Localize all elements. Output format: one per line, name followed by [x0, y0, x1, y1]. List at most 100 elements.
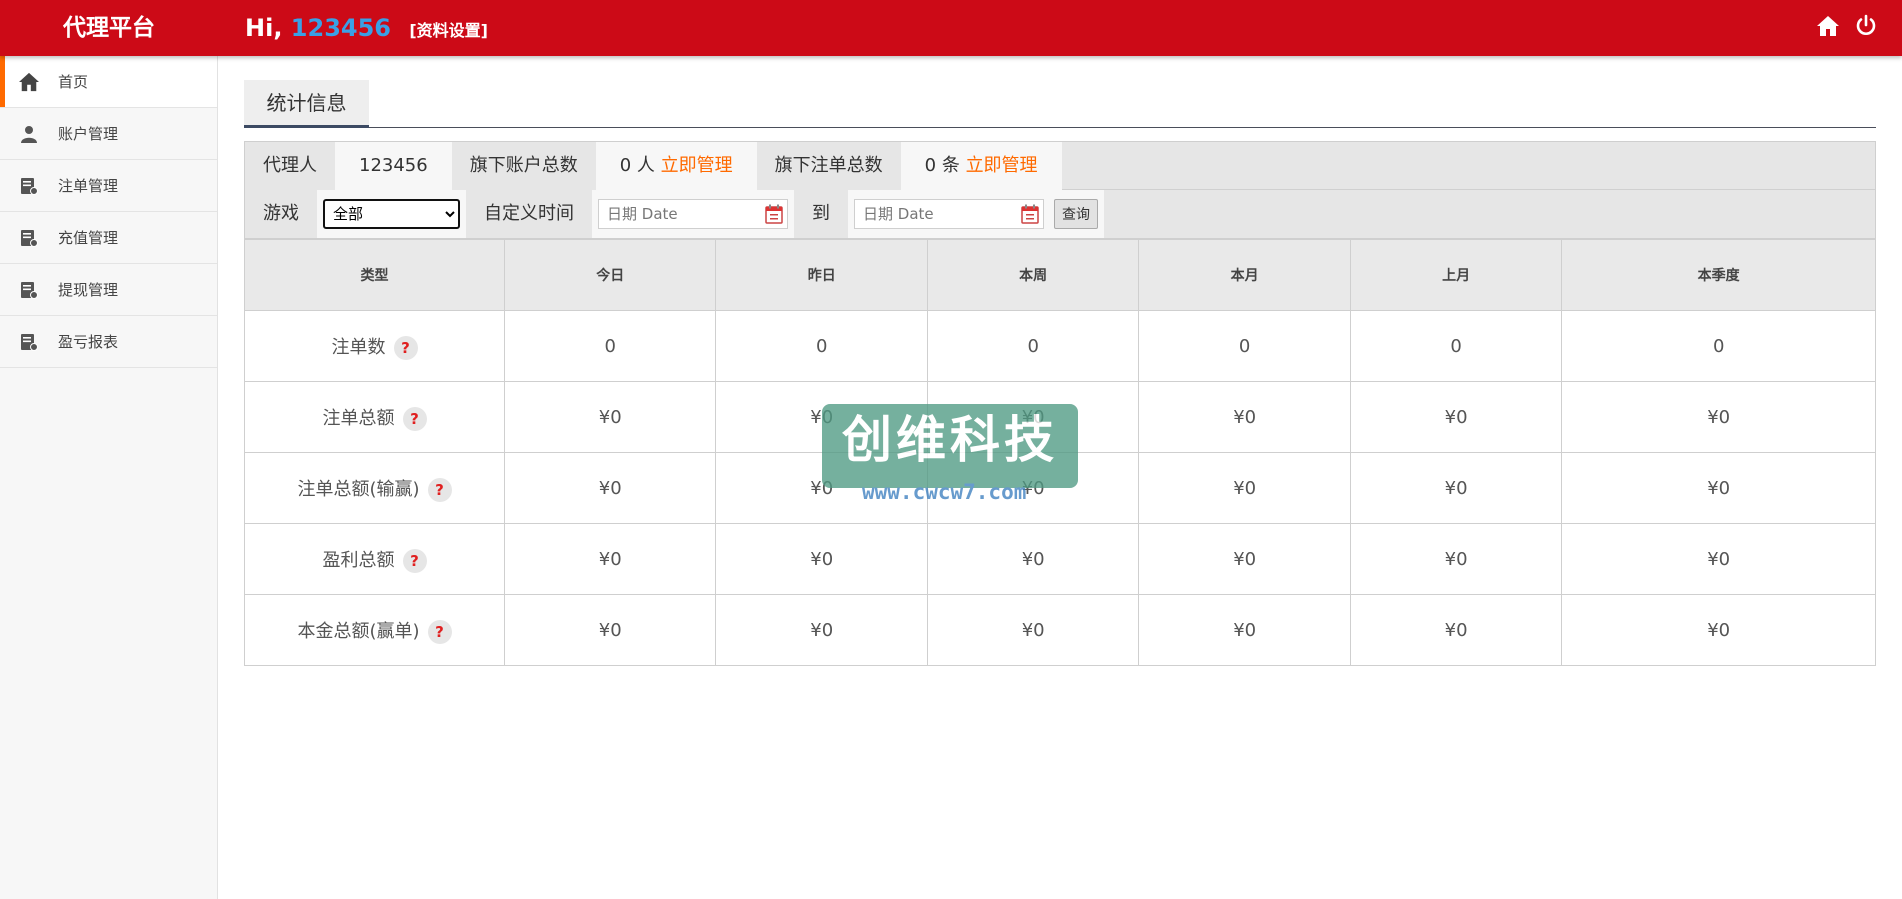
- table-cell: ¥0: [1138, 594, 1351, 666]
- summary-row: 代理人 123456 旗下账户总数 0 人 立即管理 旗下注单总数 0 条 立即…: [245, 141, 1875, 190]
- sidebar-item-orders[interactable]: 注单管理: [0, 160, 217, 212]
- table-cell: ¥0: [503, 452, 717, 524]
- table-cell: ¥0: [926, 381, 1140, 453]
- table-cell: ¥0: [1349, 452, 1563, 524]
- table-row: 注单总额(输赢)? ¥0 ¥0 ¥0 ¥0 ¥0 ¥0: [244, 452, 1876, 524]
- row-label-cell: 本金总额(赢单)?: [244, 594, 505, 666]
- help-icon[interactable]: ?: [427, 477, 452, 502]
- table-cell: ¥0: [926, 452, 1140, 524]
- column-header: 类型: [244, 239, 505, 311]
- column-header: 本季度: [1561, 239, 1876, 311]
- table-cell: ¥0: [1349, 381, 1563, 453]
- table-cell: ¥0: [715, 381, 928, 453]
- summary-panel: 代理人 123456 旗下账户总数 0 人 立即管理 旗下注单总数 0 条 立即…: [244, 141, 1876, 239]
- date-to-input[interactable]: 日期 Date: [854, 199, 1044, 229]
- brand-title: 代理平台: [63, 15, 155, 41]
- orders-total-label: 旗下注单总数: [756, 141, 901, 190]
- orders-total: 0 条 立即管理: [900, 141, 1062, 190]
- sidebar: 首页 账户管理 注单管理 充值管理 提现管理 盈亏报表: [0, 56, 218, 899]
- query-button[interactable]: 查询: [1054, 199, 1098, 229]
- row-label-cell: 注单数?: [244, 310, 505, 382]
- table-cell: 0: [1349, 310, 1563, 382]
- column-header: 上月: [1349, 239, 1563, 311]
- game-select-wrap: 全部: [317, 190, 466, 238]
- table-row: 盈利总额? ¥0 ¥0 ¥0 ¥0 ¥0 ¥0: [244, 523, 1876, 595]
- row-label: 盈利总额: [322, 549, 395, 571]
- column-header: 本周: [926, 239, 1140, 311]
- table-cell: ¥0: [1561, 381, 1876, 453]
- statistics-table: 类型 今日 昨日 本周 本月 上月 本季度 注单数? 0 0 0 0 0 0 注…: [244, 239, 1876, 666]
- tab-statistics[interactable]: 统计信息: [244, 80, 369, 128]
- table-cell: ¥0: [1561, 523, 1876, 595]
- table-header-row: 类型 今日 昨日 本周 本月 上月 本季度: [244, 239, 1876, 311]
- tab-bar: 统计信息: [244, 80, 1876, 128]
- row-label: 注单总额: [322, 407, 395, 429]
- sidebar-item-withdraw[interactable]: 提现管理: [0, 264, 217, 316]
- orders-total-value: 0 条: [924, 154, 960, 176]
- column-header: 今日: [503, 239, 717, 311]
- table-cell: 0: [503, 310, 717, 382]
- calendar-icon[interactable]: [1021, 204, 1039, 233]
- row-label-cell: 注单总额?: [244, 381, 505, 453]
- manage-accounts-link[interactable]: 立即管理: [661, 155, 733, 176]
- to-label: 到: [794, 190, 848, 238]
- table-cell: 0: [926, 310, 1140, 382]
- agent-label: 代理人: [245, 141, 335, 190]
- custom-time-label: 自定义时间: [466, 190, 592, 238]
- sidebar-item-label: 账户管理: [58, 125, 119, 143]
- calendar-icon[interactable]: [765, 204, 783, 233]
- date-from-placeholder: 日期 Date: [607, 205, 678, 223]
- sidebar-item-label: 注单管理: [58, 177, 119, 195]
- manage-orders-link[interactable]: 立即管理: [966, 155, 1038, 176]
- profile-settings-link[interactable]: [资料设置]: [409, 21, 488, 40]
- power-icon[interactable]: [1854, 14, 1878, 38]
- date-from-input[interactable]: 日期 Date: [598, 199, 788, 229]
- table-cell: ¥0: [926, 523, 1140, 595]
- sidebar-item-recharge[interactable]: 充值管理: [0, 212, 217, 264]
- table-cell: ¥0: [715, 523, 928, 595]
- help-icon[interactable]: ?: [393, 335, 418, 360]
- sidebar-item-label: 首页: [58, 73, 89, 91]
- column-header: 昨日: [715, 239, 928, 311]
- table-cell: ¥0: [715, 594, 928, 666]
- accounts-total: 0 人 立即管理: [595, 141, 757, 190]
- help-icon[interactable]: ?: [402, 406, 427, 431]
- date-to-placeholder: 日期 Date: [863, 205, 934, 223]
- table-cell: ¥0: [503, 594, 717, 666]
- top-bar: 代理平台 Hi, 123456 [资料设置]: [0, 0, 1902, 56]
- table-row: 注单数? 0 0 0 0 0 0: [244, 310, 1876, 382]
- sidebar-item-accounts[interactable]: 账户管理: [0, 108, 217, 160]
- row-label-cell: 盈利总额?: [244, 523, 505, 595]
- table-cell: ¥0: [1349, 523, 1563, 595]
- table-cell: 0: [1561, 310, 1876, 382]
- row-label-cell: 注单总额(输赢)?: [244, 452, 505, 524]
- home-icon: [18, 71, 40, 93]
- table-cell: ¥0: [1138, 452, 1351, 524]
- accounts-total-value: 0 人: [619, 154, 655, 176]
- main-content: 统计信息 代理人 123456 旗下账户总数 0 人 立即管理 旗下注单总数 0…: [244, 80, 1876, 666]
- table-cell: ¥0: [503, 381, 717, 453]
- sidebar-item-profit-report[interactable]: 盈亏报表: [0, 316, 217, 368]
- table-cell: ¥0: [1561, 452, 1876, 524]
- table-cell: 0: [1138, 310, 1351, 382]
- date-from-wrap: 日期 Date: [592, 190, 794, 238]
- top-icons: [1816, 14, 1878, 38]
- filter-row: 游戏 全部 自定义时间 日期 Date 到 日期 Date 查询: [245, 190, 1875, 238]
- game-select[interactable]: 全部: [323, 199, 460, 229]
- table-cell: 0: [715, 310, 928, 382]
- sidebar-item-label: 充值管理: [58, 229, 119, 247]
- user-id: 123456: [290, 14, 391, 42]
- help-icon[interactable]: ?: [427, 619, 452, 644]
- sidebar-item-label: 提现管理: [58, 281, 119, 299]
- table-cell: ¥0: [1138, 381, 1351, 453]
- table-cell: ¥0: [926, 594, 1140, 666]
- sidebar-item-home[interactable]: 首页: [0, 56, 217, 108]
- table-cell: ¥0: [1561, 594, 1876, 666]
- list-icon: [18, 279, 40, 301]
- help-icon[interactable]: ?: [402, 548, 427, 573]
- date-to-wrap: 日期 Date 查询: [848, 190, 1104, 238]
- row-label: 注单总额(输赢): [297, 478, 420, 500]
- home-icon[interactable]: [1816, 14, 1840, 38]
- list-icon: [18, 331, 40, 353]
- row-label: 注单数: [331, 336, 386, 358]
